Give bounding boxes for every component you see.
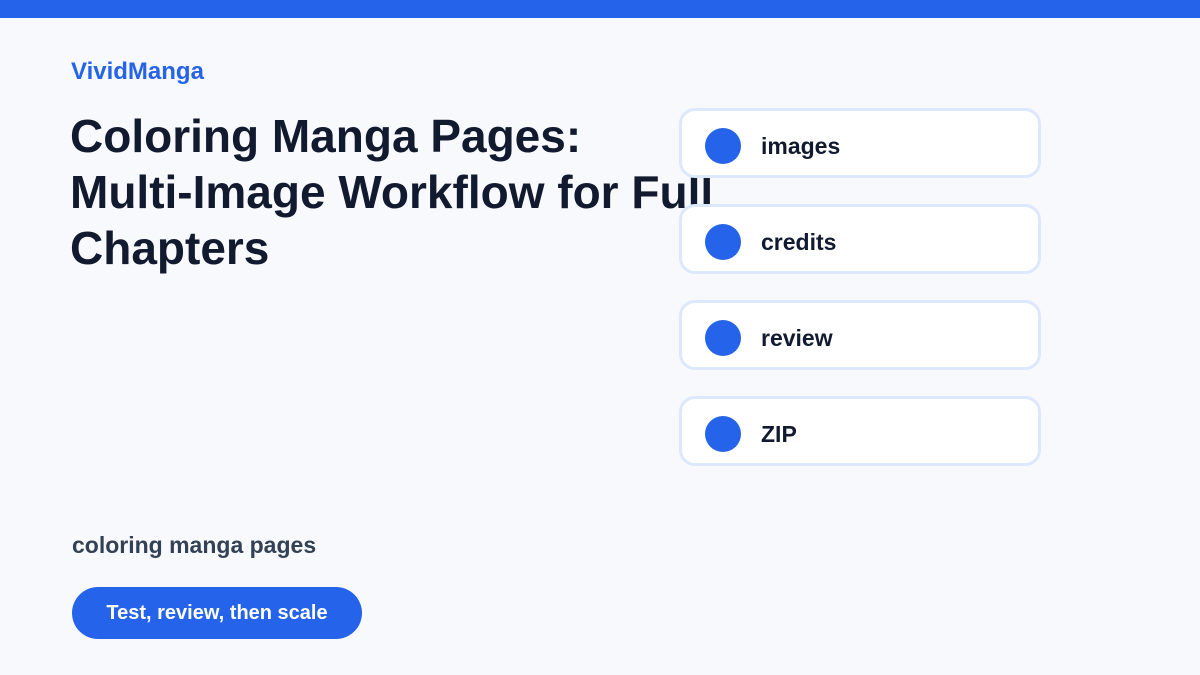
feature-card-zip: ZIP — [679, 396, 1041, 466]
feature-card-review: review — [679, 300, 1041, 370]
feature-label: credits — [761, 229, 837, 255]
brand-name: VividManga — [71, 58, 204, 85]
feature-card-images: images — [679, 108, 1041, 178]
feature-list: images credits review ZIP — [679, 108, 1041, 492]
feature-label: ZIP — [761, 421, 797, 447]
feature-label: review — [761, 325, 833, 351]
feature-card-credits: credits — [679, 204, 1041, 274]
cta-button[interactable]: Test, review, then scale — [72, 587, 362, 639]
top-accent-bar — [0, 0, 1200, 18]
circle-bullet-icon — [705, 128, 741, 164]
circle-bullet-icon — [705, 416, 741, 452]
feature-label: images — [761, 133, 841, 159]
circle-bullet-icon — [705, 224, 741, 260]
circle-bullet-icon — [705, 320, 741, 356]
keyword-tagline: coloring manga pages — [72, 532, 317, 558]
